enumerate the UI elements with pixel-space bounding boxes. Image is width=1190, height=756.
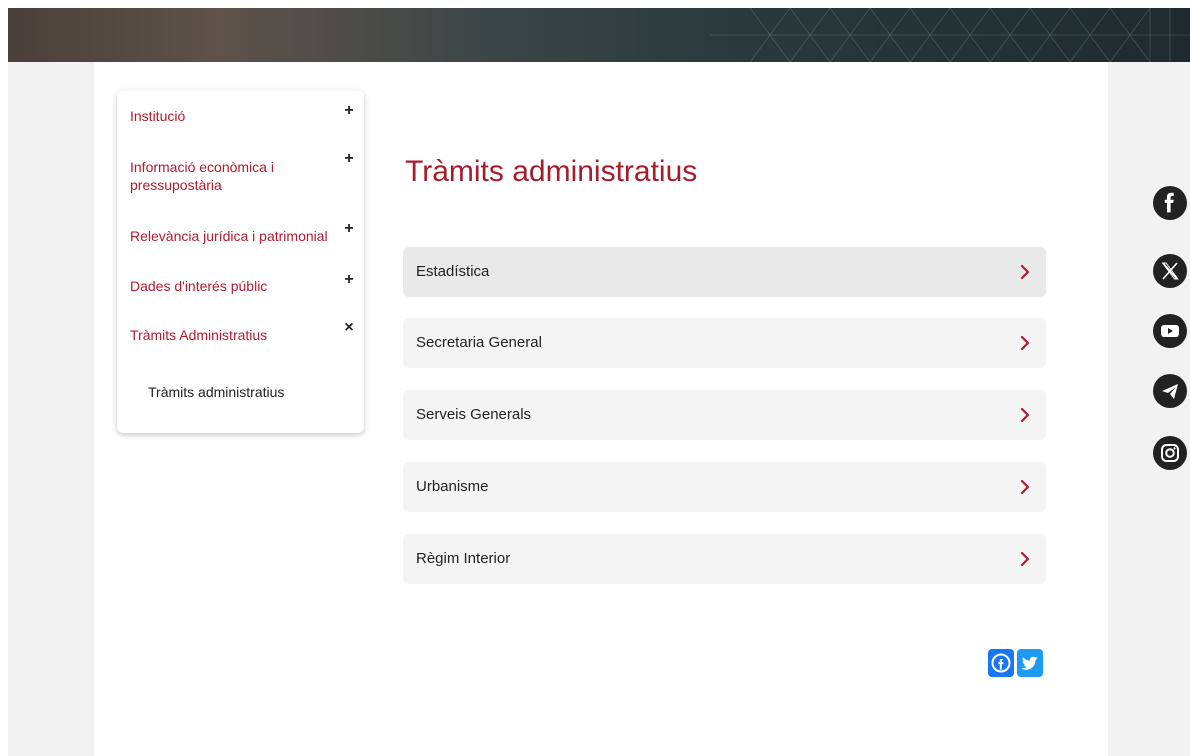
facebook-icon (1164, 192, 1174, 213)
accordion-item-urbanisme[interactable]: Urbanisme (403, 462, 1046, 512)
nav-subitem-tramits-administratius[interactable]: Tràmits administratius (148, 383, 284, 401)
share-facebook-button[interactable] (988, 649, 1014, 677)
social-youtube-button[interactable] (1153, 314, 1187, 348)
accordion-label: Serveis Generals (416, 406, 532, 423)
nav-item-tramits-administratius[interactable]: Tràmits Administratius (130, 326, 360, 344)
social-x-button[interactable] (1153, 254, 1187, 288)
chevron-right-icon (1020, 407, 1030, 423)
accordion-item-secretaria-general[interactable]: Secretaria General (403, 318, 1046, 368)
telegram-icon (1162, 384, 1178, 399)
twitter-icon (1021, 656, 1038, 670)
accordion-item-regim-interior[interactable]: Règim Interior (403, 534, 1046, 584)
accordion-item-estadistica[interactable]: Estadística (403, 247, 1046, 297)
youtube-icon (1161, 325, 1179, 337)
expand-icon[interactable]: + (343, 102, 355, 120)
collapse-icon[interactable]: × (343, 319, 355, 337)
nav-item-relevancia-juridica[interactable]: Relevància jurídica i patrimonial (130, 227, 360, 245)
expand-icon[interactable]: + (343, 220, 355, 238)
accordion-label: Secretaria General (416, 334, 542, 351)
chevron-right-icon (1020, 479, 1030, 495)
accordion-item-serveis-generals[interactable]: Serveis Generals (403, 390, 1046, 440)
nav-item-dades-interes-public[interactable]: Dades d'interés públic (130, 277, 360, 295)
expand-icon[interactable]: + (343, 271, 355, 289)
chevron-right-icon (1020, 264, 1030, 280)
instagram-icon (1161, 444, 1179, 462)
chevron-right-icon (1020, 551, 1030, 567)
header-banner (8, 8, 1190, 62)
nav-item-informacio-economica[interactable]: Informació econòmica i pressupostària (130, 158, 300, 194)
side-nav: Institució + Informació econòmica i pres… (117, 90, 364, 433)
social-instagram-button[interactable] (1153, 436, 1187, 470)
accordion-label: Règim Interior (416, 550, 511, 567)
chevron-right-icon (1020, 335, 1030, 351)
banner-pattern (710, 8, 1190, 62)
page-title: Tràmits administratius (405, 155, 698, 188)
social-facebook-button[interactable] (1153, 186, 1187, 220)
expand-icon[interactable]: + (343, 150, 355, 168)
accordion-label: Urbanisme (416, 478, 489, 495)
nav-item-institucio[interactable]: Institució (130, 107, 360, 125)
social-telegram-button[interactable] (1153, 374, 1187, 408)
facebook-icon (991, 653, 1011, 673)
accordion-label: Estadística (416, 263, 490, 280)
x-icon (1161, 262, 1179, 280)
share-twitter-button[interactable] (1017, 649, 1043, 677)
